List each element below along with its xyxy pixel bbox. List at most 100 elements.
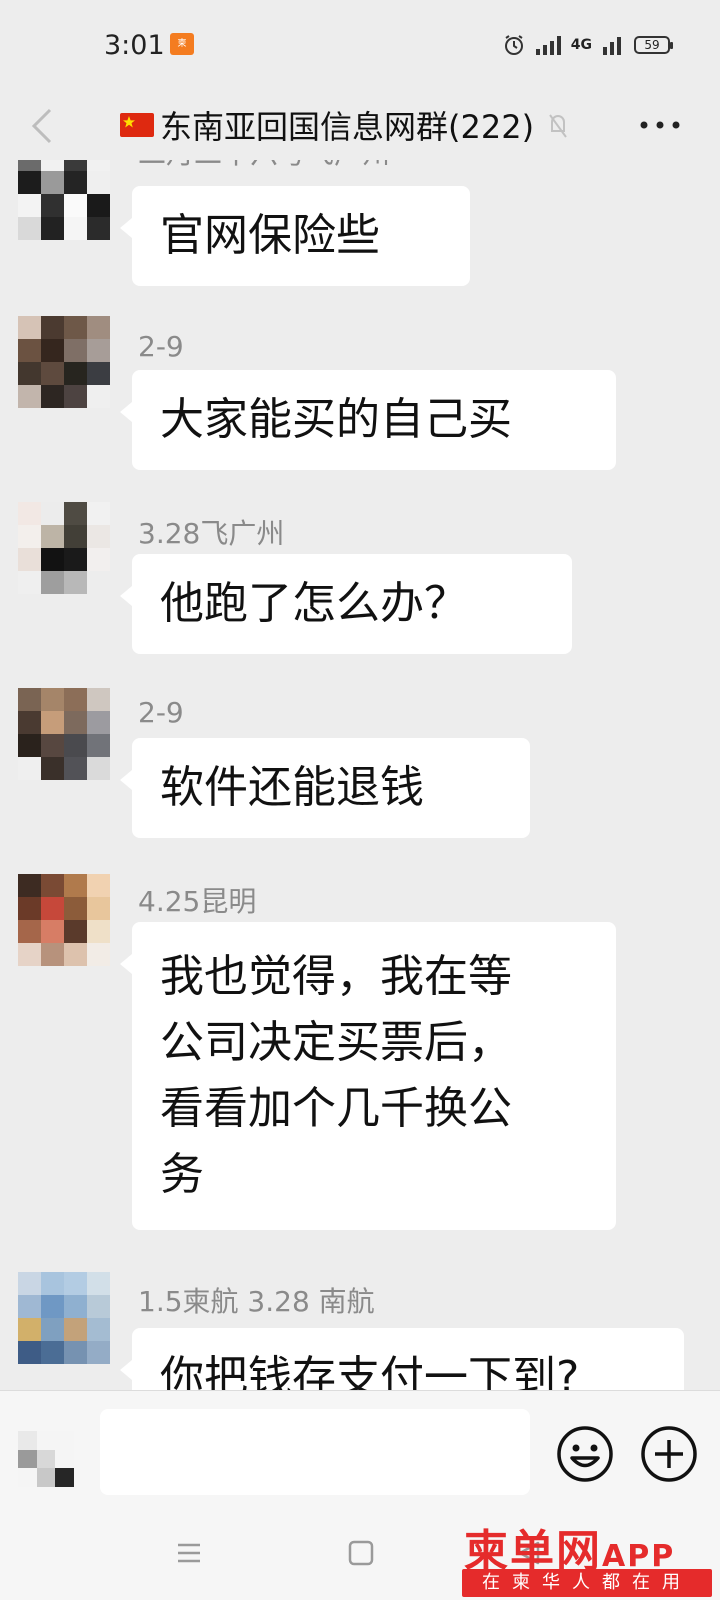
message-input[interactable] [100,1409,530,1495]
notification-app-icon: 柬 [170,33,194,55]
avatar-pixel [18,160,41,171]
avatar-pixel [18,897,41,920]
sender-name: 4.25昆明 [138,885,257,918]
avatar-pixel [18,734,41,757]
avatar-pixel [18,194,41,217]
message-bubble[interactable]: 官网保险些 [120,186,470,286]
avatar-pixel [64,897,87,920]
avatar-pixel [64,920,87,943]
avatar-pixel [41,711,64,734]
mute-icon [549,114,567,138]
sender-name: 2-9 [138,696,184,729]
avatar-pixel [18,525,41,548]
avatar-pixel [87,943,110,966]
sender-name: 3.28飞广州 [138,517,285,550]
chevron-left-icon[interactable] [28,108,58,144]
avatar[interactable] [18,502,110,594]
avatar-pixel [64,548,87,571]
plus-icon[interactable] [640,1425,698,1483]
avatar-pixel [41,897,64,920]
chat-title-text: 东南亚回国信息网群(222) [160,108,535,146]
avatar-pixel [64,1318,87,1341]
avatar-pixel [18,217,41,240]
avatar-pixel [41,1318,64,1341]
avatar-pixel [87,1272,110,1295]
avatar-pixel [64,160,87,171]
status-icons: 4G 59 [503,30,673,60]
chat-input-bar [0,1390,720,1510]
avatar-pixel [41,943,64,966]
avatar-pixel [64,316,87,339]
avatar-pixel [41,757,64,780]
battery-level: 59 [644,38,660,52]
avatar-pixel [64,874,87,897]
avatar-pixel [41,920,64,943]
avatar-pixel [41,217,64,240]
avatar-pixel [87,757,110,780]
message-text-line: 看看加个几千换公 [160,1083,512,1134]
avatar[interactable] [18,160,110,240]
avatar-pixel [41,502,64,525]
avatar-pixel [41,385,64,408]
home-icon[interactable] [348,1540,374,1566]
avatar[interactable] [18,874,110,966]
avatar-pixel [87,920,110,943]
avatar[interactable] [18,1272,110,1364]
avatar-pixel [41,874,64,897]
avatar-pixel [41,1272,64,1295]
sender-name: 2-9 [138,330,184,363]
avatar-pixel [41,316,64,339]
signal-icon-2 [603,37,621,55]
avatar-pixel [64,1295,87,1318]
chat-title: 东南亚回国信息网群(222) [120,102,568,148]
avatar-pixel [87,874,110,897]
message-text: 软件还能退钱 [160,762,424,813]
avatar-pixel [87,217,110,240]
avatar-pixel [87,385,110,408]
avatar-pixel [18,171,41,194]
message-bubble[interactable]: 大家能买的自己买 [120,370,616,470]
voice-toggle-button[interactable] [18,1431,74,1487]
network-type-label: 4G [570,37,592,53]
avatar-pixel [41,734,64,757]
china-flag-icon [120,113,154,137]
avatar-pixel [64,502,87,525]
avatar-pixel [18,943,41,966]
chat-message-list[interactable]: 二月二十六号飞广州 官网保险些 2-9 大家能买的自己买 3.28飞广州 他跑了… [0,160,720,1390]
avatar-pixel [64,711,87,734]
avatar-pixel [87,711,110,734]
avatar-pixel [41,1295,64,1318]
status-time: 3:01 [104,30,165,61]
avatar-pixel [87,362,110,385]
avatar-pixel [64,194,87,217]
avatar-pixel [18,688,41,711]
avatar-pixel [41,1341,64,1364]
watermark-logo: 柬单网APP 在柬华人都在用 [458,1515,716,1597]
status-bar: 3:01 柬 4G 59 [0,0,720,90]
avatar[interactable] [18,316,110,408]
avatar-pixel [87,171,110,194]
avatar-pixel [87,734,110,757]
emoji-icon[interactable] [556,1425,614,1483]
message-bubble[interactable]: 我也觉得，我在等 公司决定买票后， 看看加个几千换公 务 [120,922,616,1230]
avatar-pixel [18,920,41,943]
battery-icon: 59 [634,36,673,54]
more-dots-icon[interactable] [638,110,682,140]
avatar[interactable] [18,688,110,780]
avatar-pixel [41,525,64,548]
message-text: 他跑了怎么办？ [160,578,468,629]
avatar-pixel [64,943,87,966]
avatar-pixel [87,571,110,594]
message-text-line: 务 [160,1149,204,1200]
avatar-pixel [64,688,87,711]
message-text: 大家能买的自己买 [160,394,512,445]
message-bubble[interactable]: 他跑了怎么办？ [120,554,572,654]
avatar-pixel [64,217,87,240]
menu-icon[interactable] [176,1540,202,1566]
avatar-pixel [64,757,87,780]
avatar-pixel [18,711,41,734]
message-bubble[interactable]: 软件还能退钱 [120,738,530,838]
avatar-pixel [64,571,87,594]
avatar-pixel [87,525,110,548]
message-bubble[interactable]: 你把钱存支付一下到? [120,1328,684,1390]
